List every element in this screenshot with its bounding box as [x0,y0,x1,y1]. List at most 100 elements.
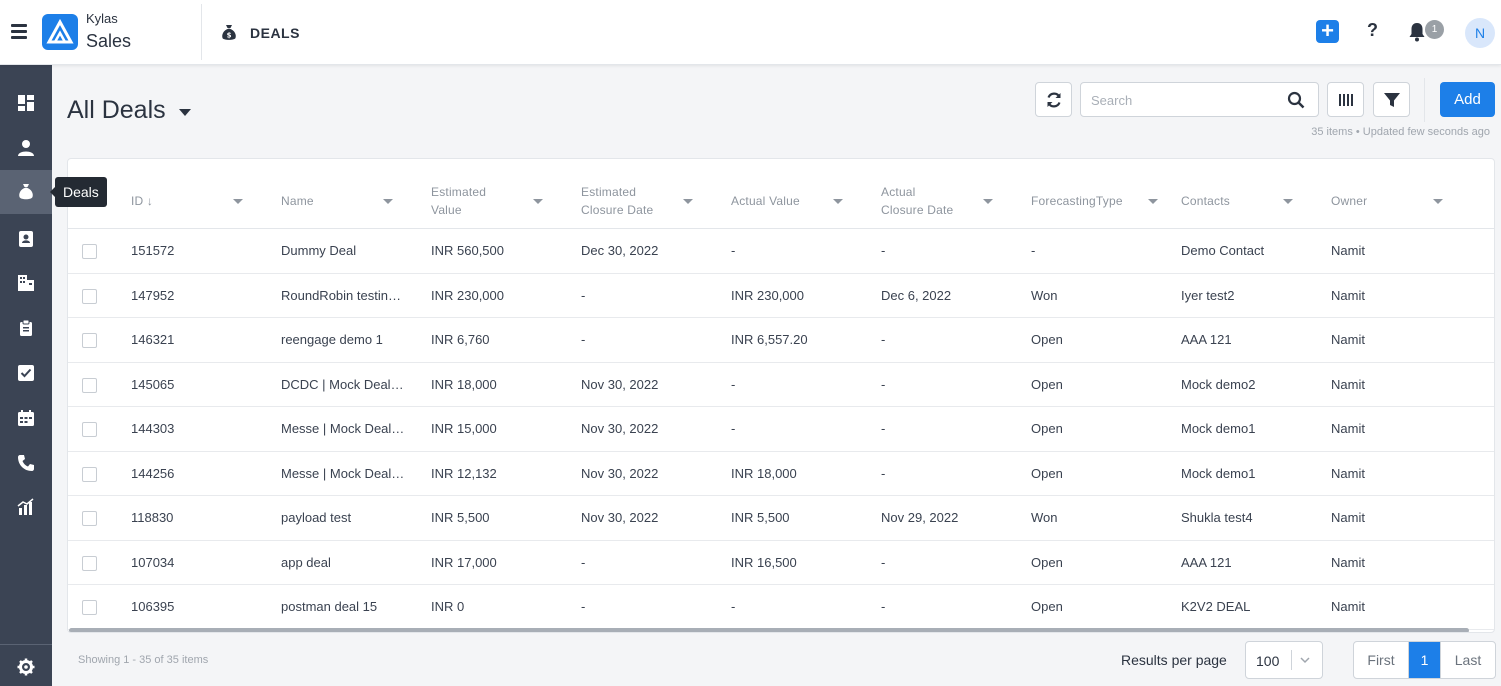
horizontal-scrollbar[interactable] [69,628,1469,632]
table-row[interactable]: 144303 Messe | Mock Deal … INR 15,000 Nov 3… [68,407,1494,452]
column-header-estimated-value[interactable]: Estimated Value [431,183,486,219]
view-dropdown-caret-icon[interactable] [179,109,191,116]
pager-current-page[interactable]: 1 [1409,642,1440,678]
page-title[interactable]: All Deals [67,96,166,125]
chevron-down-icon[interactable] [983,199,993,204]
cell-contact[interactable]: Iyer test2 [1181,274,1311,318]
cell-contact[interactable]: Mock demo1 [1181,452,1311,496]
settings-button[interactable] [0,647,52,686]
row-checkbox[interactable] [82,333,97,348]
pager-first-button[interactable]: First [1354,642,1409,678]
chevron-down-icon[interactable] [383,199,393,204]
notification-bell-icon[interactable] [1408,22,1426,42]
chevron-down-icon[interactable] [683,199,693,204]
table-row[interactable]: 118830 payload test INR 5,500 Nov 30, 2022 I… [68,496,1494,541]
sidebar-item-calls[interactable] [0,441,52,485]
chevron-down-icon[interactable] [1283,199,1293,204]
cell-estimated-closure-date: Nov 30, 2022 [581,510,659,525]
cell-name[interactable]: payload test [281,496,406,540]
help-icon[interactable]: ? [1367,20,1378,41]
product-name: Sales [86,31,132,51]
columns-button[interactable] [1327,82,1364,117]
search-icon[interactable] [1287,91,1305,109]
refresh-button[interactable] [1035,82,1072,117]
column-header-owner[interactable]: Owner [1331,192,1367,210]
chevron-down-icon[interactable] [233,199,243,204]
cell-estimated-closure-date: - [581,332,586,347]
cell-estimated-value: INR 17,000 [431,554,497,570]
cell-name[interactable]: Messe | Mock Deal … [281,407,406,451]
sidebar-item-dashboard[interactable] [0,81,52,125]
chevron-down-icon[interactable] [533,199,543,204]
sidebar-item-tasks[interactable] [0,351,52,395]
checkbox-task-icon [18,365,34,381]
table-row[interactable]: 106395 postman deal 15 INR 0 - - - Open K2V2 DE… [68,585,1494,630]
sidebar-item-users[interactable] [0,126,52,170]
row-checkbox[interactable] [82,422,97,437]
row-checkbox[interactable] [82,466,97,482]
table-row[interactable]: 107034 app deal INR 17,000 - INR 16,500 - Open… [68,541,1494,585]
cell-contact[interactable]: Mock demo2 [1181,363,1311,407]
column-header-actual-value[interactable]: Actual Value [731,192,800,210]
add-deal-button[interactable]: Add [1440,82,1495,117]
cell-name[interactable]: reengage demo 1 [281,318,406,362]
row-checkbox[interactable] [82,511,97,526]
divider [1424,78,1425,122]
results-per-page-select[interactable]: 100 [1245,641,1323,679]
kylas-logo[interactable] [42,14,78,50]
sidebar-item-companies[interactable] [0,261,52,305]
column-header-contacts[interactable]: Contacts [1181,192,1230,210]
table-row[interactable]: 146321 reengage demo 1 INR 6,760 - INR 6,557… [68,318,1494,363]
column-header-actual-closure-date[interactable]: Actual Closure Date [881,183,953,219]
chevron-down-icon[interactable] [1148,199,1158,204]
divider [0,644,52,645]
cell-contact[interactable]: Mock demo1 [1181,407,1311,451]
row-checkbox[interactable] [82,377,97,393]
sidebar-item-deals[interactable] [0,170,52,214]
search-input[interactable] [1091,91,1281,109]
cell-actual-closure-date: - [881,554,886,570]
cell-id: 147952 [131,287,175,303]
row-checkbox[interactable] [82,555,97,571]
cell-name[interactable]: RoundRobin testin… [281,274,406,318]
row-checkbox[interactable] [82,600,97,615]
cell-owner: Namit [1331,599,1365,614]
column-header-forecasting-type[interactable]: ForecastingType [1031,192,1123,210]
table-row[interactable]: 151572 Dummy Deal INR 560,500 Dec 30, 2022 -… [68,229,1494,274]
cell-name[interactable]: Messe | Mock Deal … [281,452,406,496]
cell-owner: Namit [1331,510,1365,525]
row-checkbox[interactable] [82,288,97,304]
table-row[interactable]: 145065 DCDC | Mock Deal … INR 18,000 Nov 30… [68,363,1494,407]
dashboard-icon [18,95,34,111]
cell-forecasting-type: Open [1031,332,1063,347]
row-checkbox[interactable] [82,244,97,259]
cell-contact[interactable]: AAA 121 [1181,541,1311,585]
cell-contact[interactable]: AAA 121 [1181,318,1311,362]
sidebar-item-contacts[interactable] [0,217,52,261]
sidebar-item-reports[interactable] [0,485,52,529]
column-header-id[interactable]: ID ↓ [131,192,153,210]
filter-button[interactable] [1373,82,1410,117]
table-row[interactable]: 147952 RoundRobin testin… INR 230,000 - INR … [68,274,1494,318]
user-avatar[interactable]: N [1465,18,1495,48]
column-header-name[interactable]: Name [281,192,314,210]
quick-add-button[interactable]: + [1316,20,1339,43]
cell-contact[interactable]: K2V2 DEAL [1181,585,1311,629]
cell-contact[interactable]: Shukla test4 [1181,496,1311,540]
cell-name[interactable]: Dummy Deal [281,229,406,273]
cell-contact[interactable]: Demo Contact [1181,229,1311,273]
hamburger-menu-icon[interactable] [11,24,27,40]
pager-last-button[interactable]: Last [1440,642,1495,678]
chevron-down-icon[interactable] [1433,199,1443,204]
cell-actual-value: INR 5,500 [731,510,790,525]
sidebar-item-meetings[interactable] [0,396,52,440]
table-row[interactable]: 144256 Messe | Mock Deal … INR 12,132 Nov 3… [68,452,1494,496]
chevron-down-icon[interactable] [833,199,843,204]
cell-id: 151572 [131,243,175,258]
cell-name[interactable]: DCDC | Mock Deal … [281,363,406,407]
cell-forecasting-type: Open [1031,554,1063,570]
cell-name[interactable]: postman deal 15 [281,585,406,629]
column-header-estimated-closure-date[interactable]: Estimated Closure Date [581,183,653,219]
sidebar-item-leads[interactable] [0,306,52,350]
cell-name[interactable]: app deal [281,541,406,585]
